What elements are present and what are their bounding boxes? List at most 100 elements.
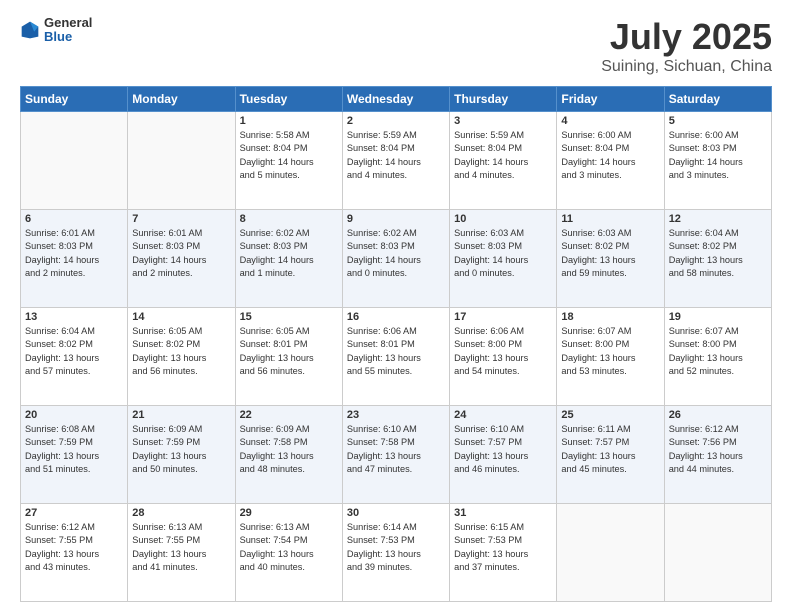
day-info: Sunrise: 6:05 AM Sunset: 8:02 PM Dayligh… <box>132 325 230 378</box>
title-block: July 2025 Suining, Sichuan, China <box>601 16 772 76</box>
day-number: 19 <box>669 311 767 323</box>
calendar-cell <box>128 112 235 210</box>
day-number: 22 <box>240 409 338 421</box>
day-info: Sunrise: 5:59 AM Sunset: 8:04 PM Dayligh… <box>454 129 552 182</box>
calendar-cell: 21 Sunrise: 6:09 AM Sunset: 7:59 PM Dayli… <box>128 406 235 504</box>
day-info: Sunrise: 6:07 AM Sunset: 8:00 PM Dayligh… <box>561 325 659 378</box>
day-number: 27 <box>25 507 123 519</box>
day-number: 3 <box>454 115 552 127</box>
calendar-cell: 27 Sunrise: 6:12 AM Sunset: 7:55 PM Dayli… <box>21 504 128 602</box>
day-number: 26 <box>669 409 767 421</box>
col-header-wednesday: Wednesday <box>342 87 449 112</box>
calendar-cell: 19 Sunrise: 6:07 AM Sunset: 8:00 PM Dayli… <box>664 308 771 406</box>
logo-text: General Blue <box>44 16 92 45</box>
day-number: 2 <box>347 115 445 127</box>
day-info: Sunrise: 6:12 AM Sunset: 7:56 PM Dayligh… <box>669 423 767 476</box>
day-info: Sunrise: 6:12 AM Sunset: 7:55 PM Dayligh… <box>25 521 123 574</box>
day-info: Sunrise: 6:10 AM Sunset: 7:58 PM Dayligh… <box>347 423 445 476</box>
calendar-cell: 22Sunrise: 6:09 AM Sunset: 7:58 PM Dayli… <box>235 406 342 504</box>
calendar-cell: 26 Sunrise: 6:12 AM Sunset: 7:56 PM Dayli… <box>664 406 771 504</box>
calendar-cell: 10Sunrise: 6:03 AM Sunset: 8:03 PM Dayli… <box>450 210 557 308</box>
calendar-cell: 12 Sunrise: 6:04 AM Sunset: 8:02 PM Dayli… <box>664 210 771 308</box>
calendar-cell: 18 Sunrise: 6:07 AM Sunset: 8:00 PM Dayli… <box>557 308 664 406</box>
day-number: 11 <box>561 213 659 225</box>
day-number: 25 <box>561 409 659 421</box>
day-info: Sunrise: 6:11 AM Sunset: 7:57 PM Dayligh… <box>561 423 659 476</box>
day-number: 5 <box>669 115 767 127</box>
calendar-week-1: 1 Sunrise: 5:58 AM Sunset: 8:04 PM Daylig… <box>21 112 772 210</box>
header: General Blue July 2025 Suining, Sichuan,… <box>20 16 772 76</box>
day-info: Sunrise: 6:04 AM Sunset: 8:02 PM Dayligh… <box>25 325 123 378</box>
day-info: Sunrise: 6:02 AM Sunset: 8:03 PM Dayligh… <box>347 227 445 280</box>
logo-icon <box>20 20 40 40</box>
day-number: 8 <box>240 213 338 225</box>
day-info: Sunrise: 6:14 AM Sunset: 7:53 PM Dayligh… <box>347 521 445 574</box>
calendar-cell: 20Sunrise: 6:08 AM Sunset: 7:59 PM Dayli… <box>21 406 128 504</box>
day-number: 18 <box>561 311 659 323</box>
day-number: 30 <box>347 507 445 519</box>
day-info: Sunrise: 6:01 AM Sunset: 8:03 PM Dayligh… <box>25 227 123 280</box>
calendar-cell: 15 Sunrise: 6:05 AM Sunset: 8:01 PM Dayli… <box>235 308 342 406</box>
logo: General Blue <box>20 16 92 45</box>
calendar-cell: 11 Sunrise: 6:03 AM Sunset: 8:02 PM Dayli… <box>557 210 664 308</box>
col-header-monday: Monday <box>128 87 235 112</box>
day-number: 28 <box>132 507 230 519</box>
calendar-cell: 25 Sunrise: 6:11 AM Sunset: 7:57 PM Dayli… <box>557 406 664 504</box>
calendar-cell: 1 Sunrise: 5:58 AM Sunset: 8:04 PM Daylig… <box>235 112 342 210</box>
day-number: 17 <box>454 311 552 323</box>
day-number: 12 <box>669 213 767 225</box>
day-info: Sunrise: 6:01 AM Sunset: 8:03 PM Dayligh… <box>132 227 230 280</box>
day-info: Sunrise: 6:15 AM Sunset: 7:53 PM Dayligh… <box>454 521 552 574</box>
calendar-table: SundayMondayTuesdayWednesdayThursdayFrid… <box>20 86 772 602</box>
day-number: 29 <box>240 507 338 519</box>
col-header-saturday: Saturday <box>664 87 771 112</box>
calendar-cell: 16 Sunrise: 6:06 AM Sunset: 8:01 PM Dayli… <box>342 308 449 406</box>
day-number: 14 <box>132 311 230 323</box>
calendar-cell <box>664 504 771 602</box>
logo-general: General <box>44 16 92 30</box>
day-number: 21 <box>132 409 230 421</box>
calendar-cell: 29 Sunrise: 6:13 AM Sunset: 7:54 PM Dayli… <box>235 504 342 602</box>
calendar-cell: 2 Sunrise: 5:59 AM Sunset: 8:04 PM Daylig… <box>342 112 449 210</box>
calendar-cell: 13 Sunrise: 6:04 AM Sunset: 8:02 PM Dayli… <box>21 308 128 406</box>
calendar-week-4: 20Sunrise: 6:08 AM Sunset: 7:59 PM Dayli… <box>21 406 772 504</box>
subtitle: Suining, Sichuan, China <box>601 58 772 76</box>
day-info: Sunrise: 6:06 AM Sunset: 8:01 PM Dayligh… <box>347 325 445 378</box>
day-info: Sunrise: 6:06 AM Sunset: 8:00 PM Dayligh… <box>454 325 552 378</box>
day-info: Sunrise: 5:58 AM Sunset: 8:04 PM Dayligh… <box>240 129 338 182</box>
day-info: Sunrise: 6:09 AM Sunset: 7:59 PM Dayligh… <box>132 423 230 476</box>
calendar-cell: 14 Sunrise: 6:05 AM Sunset: 8:02 PM Dayli… <box>128 308 235 406</box>
day-number: 24 <box>454 409 552 421</box>
calendar-cell: 24 Sunrise: 6:10 AM Sunset: 7:57 PM Dayli… <box>450 406 557 504</box>
day-number: 1 <box>240 115 338 127</box>
day-number: 15 <box>240 311 338 323</box>
calendar-cell: 5 Sunrise: 6:00 AM Sunset: 8:03 PM Daylig… <box>664 112 771 210</box>
day-info: Sunrise: 6:00 AM Sunset: 8:03 PM Dayligh… <box>669 129 767 182</box>
calendar-cell <box>557 504 664 602</box>
calendar-header-row: SundayMondayTuesdayWednesdayThursdayFrid… <box>21 87 772 112</box>
day-info: Sunrise: 6:04 AM Sunset: 8:02 PM Dayligh… <box>669 227 767 280</box>
day-info: Sunrise: 6:02 AM Sunset: 8:03 PM Dayligh… <box>240 227 338 280</box>
page: General Blue July 2025 Suining, Sichuan,… <box>0 0 792 612</box>
calendar-cell: 17 Sunrise: 6:06 AM Sunset: 8:00 PM Dayli… <box>450 308 557 406</box>
day-info: Sunrise: 6:00 AM Sunset: 8:04 PM Dayligh… <box>561 129 659 182</box>
main-title: July 2025 <box>601 16 772 58</box>
calendar-cell: 28Sunrise: 6:13 AM Sunset: 7:55 PM Dayli… <box>128 504 235 602</box>
day-number: 13 <box>25 311 123 323</box>
day-info: Sunrise: 6:10 AM Sunset: 7:57 PM Dayligh… <box>454 423 552 476</box>
calendar-week-2: 6Sunrise: 6:01 AM Sunset: 8:03 PM Daylig… <box>21 210 772 308</box>
calendar-cell: 9Sunrise: 6:02 AM Sunset: 8:03 PM Daylig… <box>342 210 449 308</box>
day-number: 7 <box>132 213 230 225</box>
day-info: Sunrise: 6:05 AM Sunset: 8:01 PM Dayligh… <box>240 325 338 378</box>
day-info: Sunrise: 5:59 AM Sunset: 8:04 PM Dayligh… <box>347 129 445 182</box>
col-header-sunday: Sunday <box>21 87 128 112</box>
day-info: Sunrise: 6:13 AM Sunset: 7:54 PM Dayligh… <box>240 521 338 574</box>
calendar-cell: 31Sunrise: 6:15 AM Sunset: 7:53 PM Dayli… <box>450 504 557 602</box>
day-number: 16 <box>347 311 445 323</box>
day-info: Sunrise: 6:07 AM Sunset: 8:00 PM Dayligh… <box>669 325 767 378</box>
day-info: Sunrise: 6:03 AM Sunset: 8:02 PM Dayligh… <box>561 227 659 280</box>
calendar-cell: 6Sunrise: 6:01 AM Sunset: 8:03 PM Daylig… <box>21 210 128 308</box>
calendar-cell: 7 Sunrise: 6:01 AM Sunset: 8:03 PM Daylig… <box>128 210 235 308</box>
calendar-week-3: 13 Sunrise: 6:04 AM Sunset: 8:02 PM Dayli… <box>21 308 772 406</box>
col-header-tuesday: Tuesday <box>235 87 342 112</box>
